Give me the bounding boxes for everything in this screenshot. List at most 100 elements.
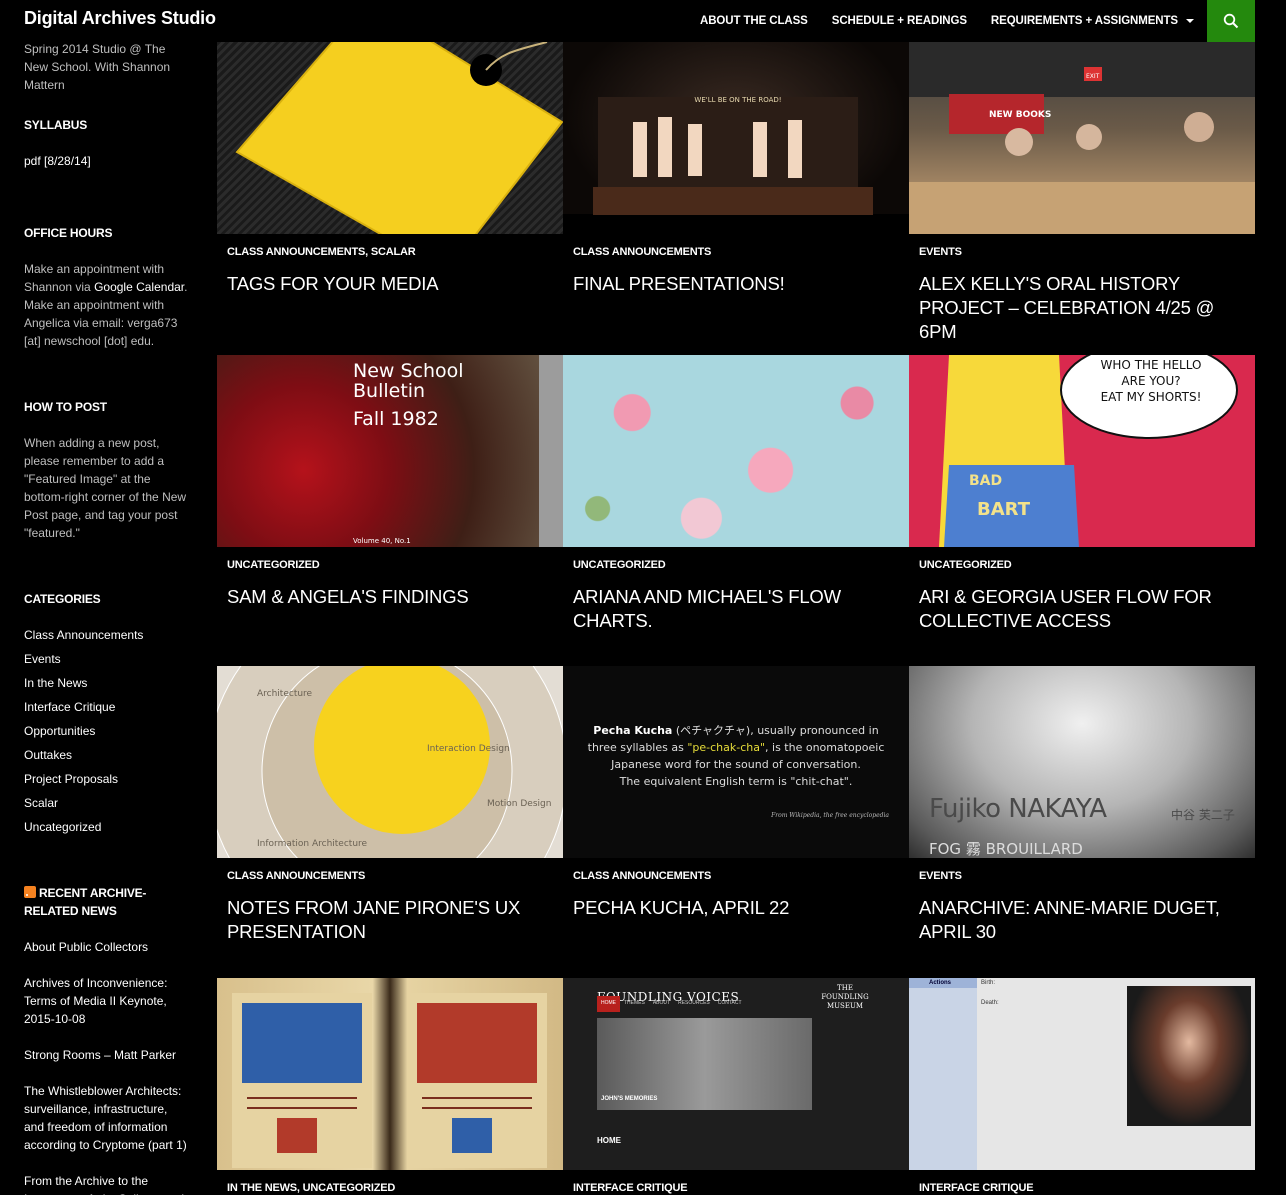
fog-artist-name: Fujiko NAKAYA <box>929 794 1107 824</box>
category-link[interactable]: Interface Critique <box>24 698 189 716</box>
tag-illustration <box>235 42 563 234</box>
category-link[interactable]: Opportunities <box>24 722 189 740</box>
post-thumbnail[interactable]: Pecha Kucha (ペチャクチャ), usually pronounced… <box>563 666 909 858</box>
category-link[interactable]: Events <box>24 650 189 668</box>
quote-l2a: three syllables as <box>587 741 688 754</box>
post-title[interactable]: ALEX KELLY'S ORAL HISTORY PROJECT – CELE… <box>919 272 1249 344</box>
post-thumbnail[interactable]: Fujiko NAKAYA 中谷 芙二子 FOG 霧 BROUILLARD <box>909 666 1255 858</box>
quote-term: Pecha Kucha <box>593 724 673 737</box>
post-category[interactable]: UNCATEGORIZED <box>573 559 666 571</box>
foundling-tab[interactable]: ABOUT <box>649 996 674 1012</box>
venn-diagram: Architecture Interaction Design Motion D… <box>217 666 563 858</box>
google-calendar-link[interactable]: Google Calendar <box>94 280 184 294</box>
category-link[interactable]: Class Announcements <box>24 626 189 644</box>
venn-label: Information Architecture <box>257 839 368 849</box>
news-list: About Public Collectors Archives of Inco… <box>24 938 189 1195</box>
post-category[interactable]: CLASS ANNOUNCEMENTS <box>573 870 711 882</box>
office-hours-heading: OFFICE HOURS <box>24 226 113 240</box>
bulletin-illustration: New School Bulletin Fall 1982 Volume 40,… <box>353 355 563 547</box>
post-title[interactable]: PECHA KUCHA, APRIL 22 <box>573 896 903 920</box>
category-link[interactable]: Outtakes <box>24 746 189 764</box>
post-title[interactable]: TAGS FOR YOUR MEDIA <box>227 272 557 296</box>
post-category[interactable]: EVENTS <box>919 246 962 258</box>
exit-sign-text: EXIT <box>1086 73 1100 80</box>
top-bar: Digital Archives Studio ABOUT THE CLASS … <box>0 0 1286 42</box>
quote-source: From Wikipedia, the free encyclopedia <box>771 812 889 819</box>
library-illustration: NEW BOOKS EXIT <box>909 42 1255 234</box>
post-thumbnail[interactable] <box>217 42 563 234</box>
stage-illustration: WE'LL BE ON THE ROAD! <box>563 96 909 234</box>
post-category[interactable]: EVENTS <box>919 870 962 882</box>
post-category[interactable]: INTERFACE CRITIQUE <box>919 1182 1034 1194</box>
venn-label: Architecture <box>257 689 313 699</box>
post-category[interactable]: CLASS ANNOUNCEMENTS <box>227 870 365 882</box>
speech-line: WHO THE HELLO <box>1101 358 1202 372</box>
news-link[interactable]: Archives of Inconvenience: Terms of Medi… <box>24 974 189 1028</box>
news-link[interactable]: About Public Collectors <box>24 938 189 956</box>
post-category[interactable]: CLASS ANNOUNCEMENTS, SCALAR <box>227 246 416 258</box>
selena-sidebar: Actions <box>909 978 977 1170</box>
category-link[interactable]: Uncategorized <box>24 818 189 836</box>
shirt-text: BART <box>977 499 1031 520</box>
post-thumbnail[interactable]: NEW BOOKS EXIT <box>909 42 1255 234</box>
cover-line: Fall 1982 <box>353 408 439 430</box>
post-category[interactable]: UNCATEGORIZED <box>919 559 1012 571</box>
foundling-tab[interactable]: HOME <box>597 996 620 1012</box>
post-thumbnail[interactable]: Actions Birth: Death: <box>909 978 1255 1170</box>
search-button[interactable] <box>1207 0 1255 42</box>
speech-line: EAT MY SHORTS! <box>1101 390 1202 404</box>
post-thumbnail[interactable]: WHO THE HELLO ARE YOU? EAT MY SHORTS! BA… <box>909 355 1255 547</box>
selena-birth-label: Birth: <box>981 980 996 986</box>
post-category[interactable]: INTERFACE CRITIQUE <box>573 1182 688 1194</box>
post-thumbnail[interactable] <box>217 978 563 1170</box>
foundling-tab[interactable]: CONTACT <box>714 996 746 1012</box>
post-thumbnail[interactable]: Architecture Interaction Design Motion D… <box>217 666 563 858</box>
post-card: WHO THE HELLO ARE YOU? EAT MY SHORTS! BA… <box>909 355 1255 631</box>
post-card: Fujiko NAKAYA 中谷 芙二子 FOG 霧 BROUILLARD EV… <box>909 666 1255 942</box>
post-title[interactable]: ANARCHIVE: ANNE-MARIE DUGET, APRIL 30 <box>919 896 1249 944</box>
post-thumbnail[interactable]: WE'LL BE ON THE ROAD! <box>563 42 909 234</box>
post-title[interactable]: NOTES FROM JANE PIRONE'S UX PRESENTATION <box>227 896 557 944</box>
search-icon <box>1223 13 1239 29</box>
site-title[interactable]: Digital Archives Studio <box>24 8 216 29</box>
post-thumbnail[interactable]: New School Bulletin Fall 1982 Volume 40,… <box>217 355 563 547</box>
post-card: Pecha Kucha (ペチャクチャ), usually pronounced… <box>563 666 909 918</box>
foundling-nav: HOME THEMES ABOUT RESOURCES CONTACT <box>597 996 797 1012</box>
post-card: UNCATEGORIZED ARIANA AND MICHAEL'S FLOW … <box>563 355 909 631</box>
nav-requirements-label: REQUIREMENTS + ASSIGNMENTS <box>990 15 1178 27</box>
news-link[interactable]: Strong Rooms – Matt Parker <box>24 1046 189 1064</box>
post-title[interactable]: FINAL PRESENTATIONS! <box>573 272 903 296</box>
office-hours-text: Make an appointment with Shannon via Goo… <box>24 260 189 350</box>
foundling-home: HOME <box>597 1136 621 1145</box>
categories-list: Class Announcements Events In the News I… <box>24 626 189 836</box>
post-card: Architecture Interaction Design Motion D… <box>217 666 563 942</box>
foundling-museum: THE FOUNDLING MUSEUM <box>821 984 869 1010</box>
post-card: Actions Birth: Death: INTERFACE CRITIQUE <box>909 978 1255 1194</box>
syllabus-pdf-link[interactable]: pdf [8/28/14] <box>24 152 189 170</box>
main-nav: ABOUT THE CLASS SCHEDULE + READINGS REQU… <box>676 0 1194 42</box>
news-link[interactable]: From the Archive to the Internet, an Art… <box>24 1172 189 1195</box>
nav-about[interactable]: ABOUT THE CLASS <box>700 15 808 27</box>
nav-requirements[interactable]: REQUIREMENTS + ASSIGNMENTS <box>991 15 1194 27</box>
pecha-quote: Pecha Kucha (ペチャクチャ), usually pronounced… <box>577 722 895 790</box>
rss-icon[interactable] <box>24 886 36 898</box>
post-card: CLASS ANNOUNCEMENTS, SCALAR TAGS FOR YOU… <box>217 42 563 294</box>
post-thumbnail[interactable]: FOUNDLING VOICES THE FOUNDLING MUSEUM HO… <box>563 978 909 1170</box>
post-category[interactable]: UNCATEGORIZED <box>227 559 320 571</box>
post-category[interactable]: CLASS ANNOUNCEMENTS <box>573 246 711 258</box>
category-link[interactable]: In the News <box>24 674 189 692</box>
post-title[interactable]: SAM & ANGELA'S FINDINGS <box>227 585 557 609</box>
foundling-tab[interactable]: THEMES <box>620 996 649 1012</box>
post-title[interactable]: ARIANA AND MICHAEL'S FLOW CHARTS. <box>573 585 903 633</box>
foundling-tab[interactable]: RESOURCES <box>674 996 714 1012</box>
news-link[interactable]: The Whistleblower Architects: surveillan… <box>24 1082 189 1154</box>
category-link[interactable]: Scalar <box>24 794 189 812</box>
post-title[interactable]: ARI & GEORGIA USER FLOW FOR COLLECTIVE A… <box>919 585 1249 633</box>
nav-schedule[interactable]: SCHEDULE + READINGS <box>832 15 967 27</box>
quote-line-3: Japanese word for the sound of conversat… <box>611 758 861 771</box>
post-thumbnail[interactable] <box>563 355 909 547</box>
post-category[interactable]: IN THE NEWS, UNCATEGORIZED <box>227 1182 395 1194</box>
post-card: WE'LL BE ON THE ROAD! CLASS ANNOUNCEMENT… <box>563 42 909 294</box>
category-link[interactable]: Project Proposals <box>24 770 189 788</box>
selena-photo <box>1127 986 1251 1126</box>
